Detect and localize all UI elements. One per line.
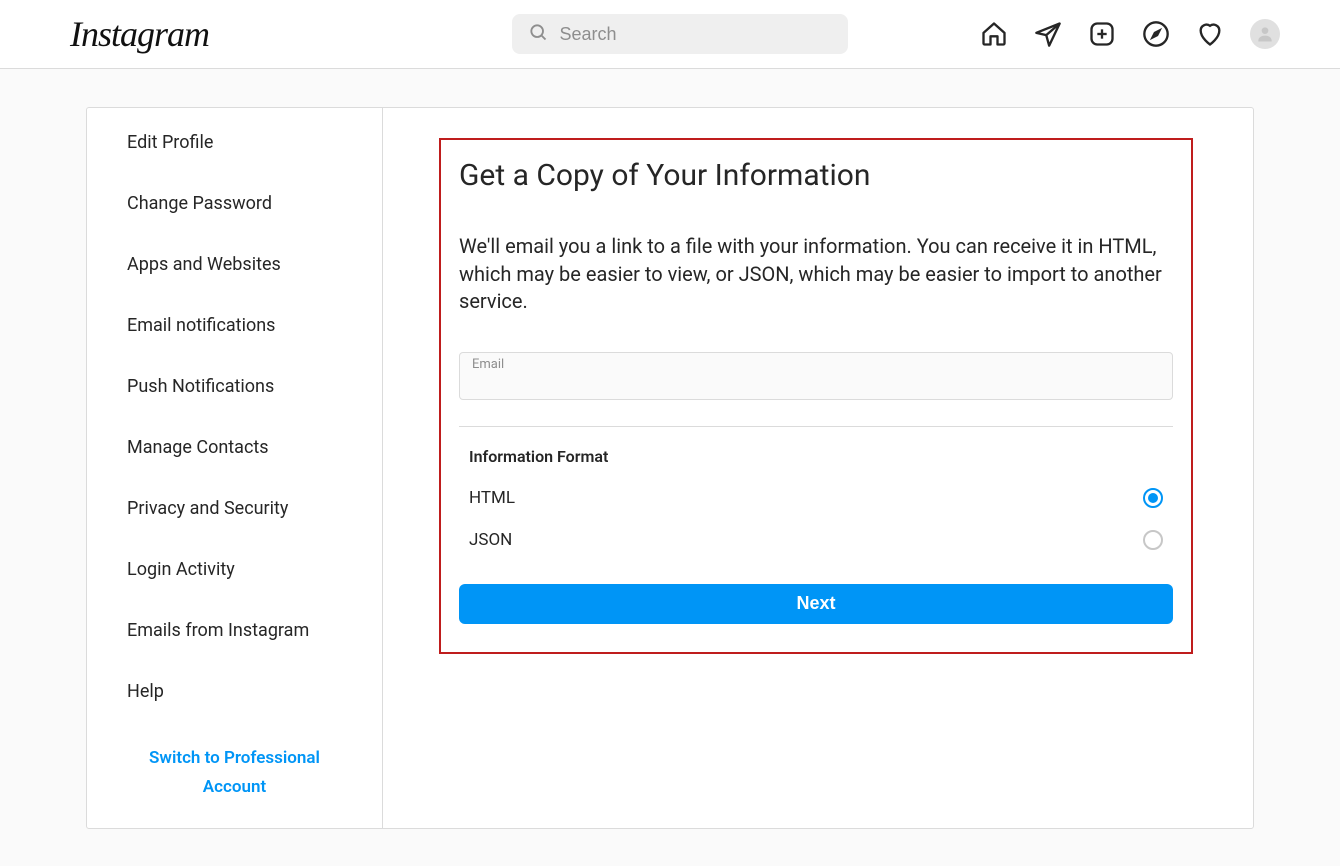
home-icon[interactable] bbox=[980, 20, 1008, 48]
format-option-html-label: HTML bbox=[469, 488, 515, 508]
sidebar-item-login-activity[interactable]: Login Activity bbox=[87, 539, 382, 600]
search-icon bbox=[528, 22, 548, 46]
top-nav: Instagram bbox=[0, 0, 1340, 69]
activity-icon[interactable] bbox=[1196, 20, 1224, 48]
format-heading: Information Format bbox=[469, 447, 1163, 466]
nav-icons bbox=[980, 19, 1280, 49]
page-description: We'll email you a link to a file with yo… bbox=[459, 233, 1173, 316]
format-option-json[interactable]: JSON bbox=[469, 530, 1163, 550]
format-option-html[interactable]: HTML bbox=[469, 488, 1163, 508]
switch-professional-link[interactable]: Switch to Professional Account bbox=[87, 722, 382, 828]
instagram-logo[interactable]: Instagram bbox=[70, 13, 209, 55]
sidebar-item-push-notifications[interactable]: Push Notifications bbox=[87, 356, 382, 417]
explore-icon[interactable] bbox=[1142, 20, 1170, 48]
sidebar-item-change-password[interactable]: Change Password bbox=[87, 173, 382, 234]
sidebar-item-edit-profile[interactable]: Edit Profile bbox=[87, 108, 382, 173]
radio-html[interactable] bbox=[1143, 488, 1163, 508]
sidebar-item-help[interactable]: Help bbox=[87, 661, 382, 722]
new-post-icon[interactable] bbox=[1088, 20, 1116, 48]
sidebar-item-manage-contacts[interactable]: Manage Contacts bbox=[87, 417, 382, 478]
email-field[interactable]: Email bbox=[459, 352, 1173, 400]
settings-container: Edit Profile Change Password Apps and We… bbox=[86, 107, 1254, 829]
settings-content: Get a Copy of Your Information We'll ema… bbox=[383, 108, 1253, 828]
sidebar-item-emails-from-instagram[interactable]: Emails from Instagram bbox=[87, 600, 382, 661]
next-button[interactable]: Next bbox=[459, 584, 1173, 624]
profile-avatar[interactable] bbox=[1250, 19, 1280, 49]
search-wrapper bbox=[512, 14, 848, 54]
search-box[interactable] bbox=[512, 14, 848, 54]
messenger-icon[interactable] bbox=[1034, 20, 1062, 48]
email-label: Email bbox=[472, 357, 1160, 372]
highlight-box: Get a Copy of Your Information We'll ema… bbox=[439, 138, 1193, 654]
section-divider bbox=[459, 426, 1173, 427]
email-input[interactable] bbox=[472, 372, 1160, 393]
sidebar-item-apps-websites[interactable]: Apps and Websites bbox=[87, 234, 382, 295]
sidebar-item-email-notifications[interactable]: Email notifications bbox=[87, 295, 382, 356]
radio-json[interactable] bbox=[1143, 530, 1163, 550]
page-title: Get a Copy of Your Information bbox=[459, 158, 1173, 193]
settings-sidebar: Edit Profile Change Password Apps and We… bbox=[87, 108, 383, 828]
sidebar-item-privacy-security[interactable]: Privacy and Security bbox=[87, 478, 382, 539]
search-input[interactable] bbox=[560, 24, 832, 45]
format-option-json-label: JSON bbox=[469, 530, 512, 550]
